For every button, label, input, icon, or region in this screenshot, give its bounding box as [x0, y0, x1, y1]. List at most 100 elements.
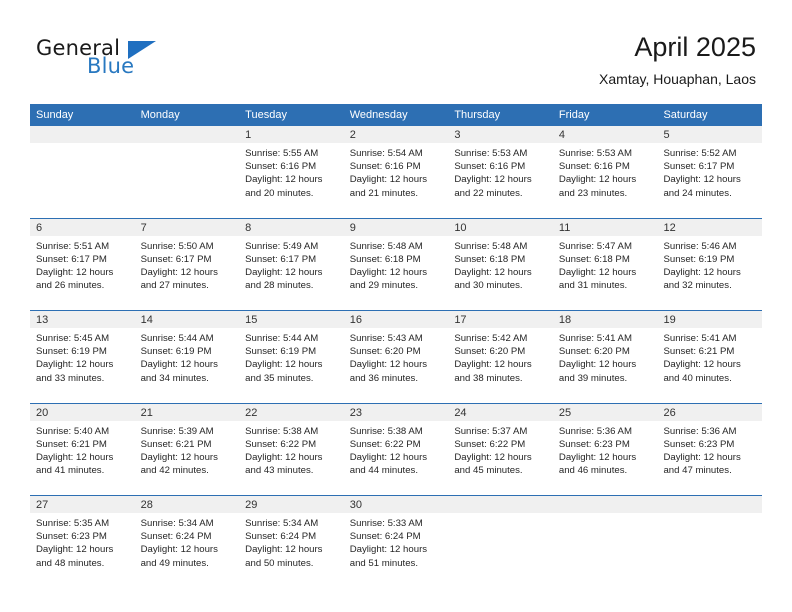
calendar-week-row: 6 Sunrise: 5:51 AM Sunset: 6:17 PM Daylight…: [30, 218, 763, 311]
day-detail-line: Sunrise: 5:53 AM: [558, 148, 632, 159]
calendar-day-cell[interactable]: 10 Sunrise: 5:48 AM Sunset: 6:18 PM Dayligh…: [448, 218, 553, 310]
day-detail-line: Daylight: 12 hours: [454, 174, 532, 186]
weekday-header-friday: Friday: [558, 109, 590, 121]
calendar-day-cell[interactable]: 28 Sunrise: 5:34 AM Sunset: 6:24 PM Dayligh…: [134, 496, 240, 589]
day-detail-line: Sunset: 6:16 PM: [454, 161, 526, 173]
day-detail-line: Sunrise: 5:36 AM: [558, 425, 632, 437]
day-detail-line: Sunset: 6:17 PM: [245, 253, 317, 265]
day-number: 16: [343, 311, 449, 328]
calendar-day-cell[interactable]: 18 Sunrise: 5:41 AM Sunset: 6:20 PM Dayligh…: [552, 311, 658, 403]
calendar-day-cell[interactable]: 1 Sunrise: 5:55 AM Sunset: 6:16 PM Daylight…: [239, 126, 344, 218]
calendar-day-cell[interactable]: 19 Sunrise: 5:41 AM Sunset: 6:21 PM Dayligh…: [657, 311, 763, 403]
day-detail-line: Sunrise: 5:51 AM: [36, 240, 110, 252]
day-detail-line: Sunset: 6:19 PM: [245, 346, 317, 358]
day-details: Sunrise: 5:41 AM Sunset: 6:21 PM Daylight:…: [657, 328, 762, 385]
calendar-day-cell[interactable]: 16 Sunrise: 5:43 AM Sunset: 6:20 PM Dayligh…: [343, 311, 449, 403]
day-detail-line: and 43 minutes.: [245, 465, 314, 477]
day-number: 8: [239, 218, 344, 236]
day-detail-line: Daylight: 12 hours: [245, 174, 323, 186]
calendar-day-cell[interactable]: 27 Sunrise: 5:35 AM Sunset: 6:23 PM Dayligh…: [30, 496, 135, 589]
day-detail-line: Sunset: 6:21 PM: [663, 346, 735, 358]
day-number: 10: [448, 218, 553, 236]
calendar-day-cell[interactable]: 8 Sunrise: 5:49 AM Sunset: 6:17 PM Daylight…: [239, 218, 344, 310]
day-detail-line: Sunrise: 5:45 AM: [36, 333, 110, 344]
day-number: 17: [448, 311, 553, 328]
day-number: 7: [134, 218, 240, 236]
calendar-day-cell[interactable]: 29 Sunrise: 5:34 AM Sunset: 6:24 PM Dayligh…: [239, 496, 344, 589]
day-number: 20: [30, 403, 135, 421]
day-detail-line: and 36 minutes.: [349, 372, 419, 384]
day-detail-line: Daylight: 12 hours: [245, 451, 323, 463]
day-number: [552, 496, 658, 513]
day-detail-line: Daylight: 12 hours: [349, 451, 428, 463]
day-details: [657, 513, 762, 517]
day-detail-line: and 20 minutes.: [245, 187, 314, 199]
calendar-day-cell[interactable]: 26 Sunrise: 5:36 AM Sunset: 6:23 PM Dayligh…: [657, 403, 763, 495]
calendar-day-cell[interactable]: 15 Sunrise: 5:44 AM Sunset: 6:19 PM Dayligh…: [239, 311, 344, 403]
calendar-body: 1 Sunrise: 5:55 AM Sunset: 6:16 PM Daylight…: [30, 126, 763, 589]
day-detail-line: Sunset: 6:18 PM: [349, 253, 421, 265]
day-detail-line: Sunset: 6:20 PM: [349, 346, 421, 358]
day-detail-line: Sunrise: 5:50 AM: [140, 240, 214, 252]
day-number: 4: [552, 126, 658, 143]
day-detail-line: and 38 minutes.: [454, 372, 523, 384]
day-detail-line: Daylight: 12 hours: [36, 451, 114, 463]
calendar-day-cell[interactable]: 5 Sunrise: 5:52 AM Sunset: 6:17 PM Daylight…: [657, 126, 763, 218]
calendar-day-cell[interactable]: 9 Sunrise: 5:48 AM Sunset: 6:18 PM Daylight…: [343, 218, 449, 310]
calendar-day-cell[interactable]: 11 Sunrise: 5:47 AM Sunset: 6:18 PM Dayligh…: [552, 218, 658, 310]
page-header: General Blue April 2025 Xamtay, Houaphan…: [0, 0, 792, 100]
calendar-day-cell[interactable]: 14 Sunrise: 5:44 AM Sunset: 6:19 PM Dayligh…: [134, 311, 240, 403]
day-detail-line: Sunset: 6:21 PM: [140, 438, 212, 450]
calendar-day-cell[interactable]: 6 Sunrise: 5:51 AM Sunset: 6:17 PM Daylight…: [30, 218, 135, 310]
calendar-day-cell[interactable]: 25 Sunrise: 5:36 AM Sunset: 6:23 PM Dayligh…: [552, 403, 658, 495]
day-detail-line: Daylight: 12 hours: [454, 451, 532, 463]
calendar-day-cell[interactable]: 2 Sunrise: 5:54 AM Sunset: 6:16 PM Daylight…: [343, 126, 449, 218]
day-detail-line: Sunset: 6:16 PM: [349, 161, 421, 173]
calendar-day-cell[interactable]: 17 Sunrise: 5:42 AM Sunset: 6:20 PM Dayligh…: [448, 311, 553, 403]
day-detail-line: Daylight: 12 hours: [663, 451, 741, 463]
calendar-week-row: 13 Sunrise: 5:45 AM Sunset: 6:19 PM Dayligh…: [30, 311, 763, 404]
day-detail-line: Daylight: 12 hours: [349, 174, 428, 186]
calendar-week-row: 1 Sunrise: 5:55 AM Sunset: 6:16 PM Daylight…: [30, 126, 763, 219]
day-detail-line: Sunset: 6:21 PM: [36, 438, 107, 450]
day-detail-line: and 49 minutes.: [140, 557, 209, 569]
day-number: 24: [448, 403, 553, 421]
calendar-day-cell[interactable]: 12 Sunrise: 5:46 AM Sunset: 6:19 PM Dayligh…: [657, 218, 763, 310]
calendar-day-cell[interactable]: 13 Sunrise: 5:45 AM Sunset: 6:19 PM Dayligh…: [30, 311, 135, 403]
weekday-header-saturday: Saturday: [663, 109, 708, 121]
calendar-day-cell[interactable]: 22 Sunrise: 5:38 AM Sunset: 6:22 PM Dayligh…: [239, 403, 344, 495]
calendar-table: Sunday Monday Tuesday Wednesday Thursday Frid…: [30, 104, 763, 589]
weekday-header-tuesday: Tuesday: [245, 109, 287, 121]
day-detail-line: and 30 minutes.: [454, 280, 523, 292]
day-number: 15: [239, 311, 344, 328]
day-details: Sunrise: 5:48 AM Sunset: 6:18 PM Daylight:…: [344, 236, 449, 293]
day-detail-line: and 34 minutes.: [140, 372, 209, 384]
calendar-day-cell[interactable]: 30 Sunrise: 5:33 AM Sunset: 6:24 PM Dayligh…: [343, 496, 449, 589]
day-number: 1: [239, 126, 344, 143]
day-detail-line: Sunrise: 5:46 AM: [663, 240, 737, 252]
calendar-day-cell[interactable]: 7 Sunrise: 5:50 AM Sunset: 6:17 PM Daylight…: [134, 218, 240, 310]
calendar-day-cell[interactable]: 3 Sunrise: 5:53 AM Sunset: 6:16 PM Daylight…: [448, 126, 553, 218]
day-detail-line: Sunrise: 5:34 AM: [140, 518, 214, 529]
calendar-day-cell[interactable]: 4 Sunrise: 5:53 AM Sunset: 6:16 PM Daylight…: [552, 126, 658, 218]
day-number: [657, 496, 763, 513]
logo-text-blue: Blue: [87, 54, 135, 78]
day-detail-line: Sunset: 6:19 PM: [36, 346, 107, 358]
calendar-day-cell[interactable]: 21 Sunrise: 5:39 AM Sunset: 6:21 PM Dayligh…: [134, 403, 240, 495]
calendar-day-cell[interactable]: 24 Sunrise: 5:37 AM Sunset: 6:22 PM Dayligh…: [448, 403, 553, 495]
day-detail-line: Sunrise: 5:48 AM: [454, 240, 528, 252]
day-detail-line: and 47 minutes.: [663, 465, 732, 477]
weekday-header-thursday: Thursday: [454, 109, 501, 121]
day-detail-line: Sunrise: 5:39 AM: [140, 425, 214, 437]
day-detail-line: Sunrise: 5:41 AM: [663, 333, 737, 344]
day-detail-line: Sunset: 6:18 PM: [454, 253, 526, 265]
location-subtitle: Xamtay, Houaphan, Laos: [599, 71, 756, 87]
day-detail-line: Sunset: 6:22 PM: [245, 438, 317, 450]
calendar-day-cell[interactable]: 20 Sunrise: 5:40 AM Sunset: 6:21 PM Dayligh…: [30, 403, 135, 495]
day-detail-line: Sunset: 6:23 PM: [663, 438, 735, 450]
calendar-day-cell[interactable]: 23 Sunrise: 5:38 AM Sunset: 6:22 PM Dayligh…: [343, 403, 449, 495]
day-detail-line: and 23 minutes.: [558, 187, 628, 199]
day-detail-line: Daylight: 12 hours: [663, 266, 741, 278]
weekday-header-sunday: Sunday: [36, 109, 74, 121]
day-detail-line: and 28 minutes.: [245, 280, 314, 292]
